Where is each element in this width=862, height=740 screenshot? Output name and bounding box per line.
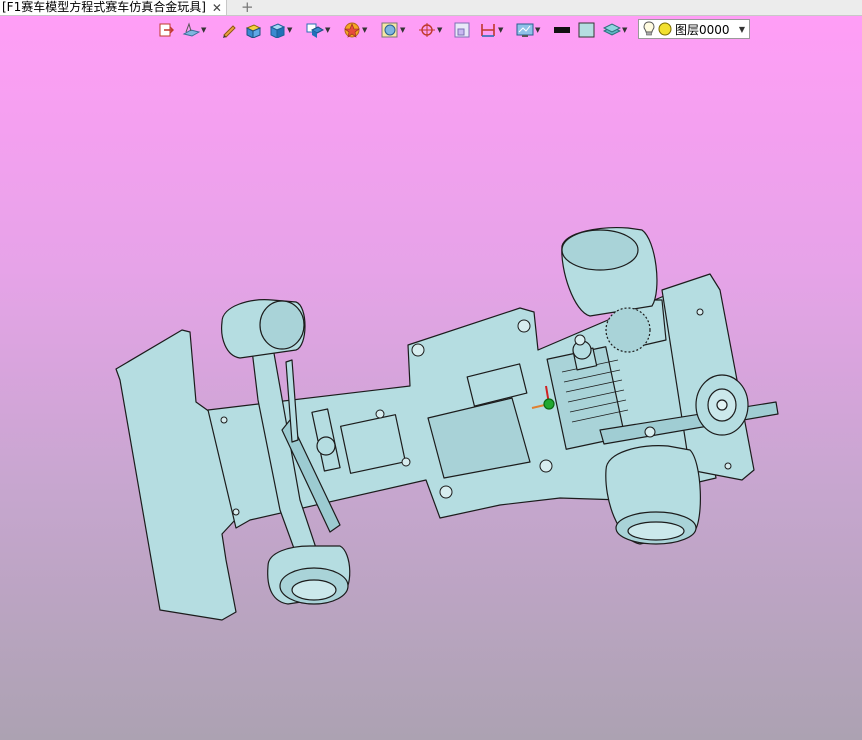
section-star-icon[interactable]: ▼ bbox=[343, 20, 367, 40]
document-tab[interactable]: [F1赛车模型方程式赛车仿真合金玩具] ✕ bbox=[0, 0, 227, 15]
cube-shaded-icon[interactable]: ▼ bbox=[268, 20, 292, 40]
rear-right-wheel bbox=[605, 445, 701, 545]
view-screen-icon[interactable]: ▼ bbox=[516, 20, 540, 40]
new-tab-icon[interactable]: + bbox=[241, 0, 254, 16]
pencil-icon[interactable] bbox=[221, 20, 237, 40]
line-color-swatch-icon[interactable] bbox=[553, 20, 571, 40]
front-right-wheel bbox=[267, 545, 351, 605]
3d-viewport[interactable] bbox=[0, 16, 862, 740]
frame-select-icon[interactable] bbox=[454, 20, 470, 40]
front-wing bbox=[115, 329, 237, 621]
chevron-down-icon[interactable]: ▼ bbox=[739, 25, 745, 34]
race-car-model[interactable] bbox=[0, 16, 862, 740]
front-left-wheel bbox=[221, 299, 306, 359]
document-tab-title: [F1赛车模型方程式赛车仿真合金玩具] bbox=[2, 0, 206, 14]
render-style-icon[interactable]: ▼ bbox=[381, 20, 405, 40]
close-tab-icon[interactable]: ✕ bbox=[212, 2, 222, 14]
display-mode-icon[interactable]: ▼ bbox=[306, 20, 330, 40]
layer-name: 图层0000 bbox=[675, 22, 730, 37]
rear-left-wheel bbox=[561, 227, 658, 317]
layer-selector[interactable]: 图层0000 ▼ bbox=[638, 19, 750, 39]
box-solid-icon[interactable] bbox=[244, 20, 262, 40]
target-snap-icon[interactable]: ▼ bbox=[418, 20, 442, 40]
fill-color-swatch-icon[interactable] bbox=[578, 20, 596, 40]
sketch-plane-icon[interactable]: ▼ bbox=[182, 20, 206, 40]
yellow-dot-icon[interactable] bbox=[658, 22, 672, 36]
view-toolbar: ▼ ▼ ▼ ▼ ▼ ▼ ▼ ▼ ▼ 图层0000 ▼ bbox=[0, 18, 862, 42]
layer-stack-icon[interactable]: ▼ bbox=[603, 20, 627, 40]
document-tab-bar: [F1赛车模型方程式赛车仿真合金玩具] ✕ + bbox=[0, 0, 862, 16]
measure-icon[interactable]: ▼ bbox=[479, 20, 503, 40]
lightbulb-icon[interactable] bbox=[643, 21, 655, 37]
exit-sketch-icon[interactable] bbox=[158, 20, 174, 40]
